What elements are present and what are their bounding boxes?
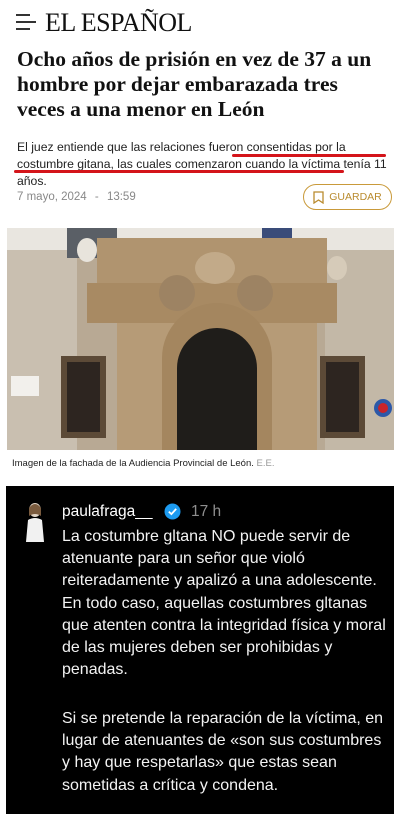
hamburger-menu-icon[interactable]: [16, 14, 38, 30]
post-username[interactable]: paulafraga__: [62, 503, 153, 521]
article-photo: [7, 228, 394, 450]
post-time: 17 h: [191, 503, 222, 520]
article-headline: Ocho años de prisión en vez de 37 a un h…: [17, 47, 372, 121]
caption-text: Imagen de la fachada de la Audiencia Pro…: [12, 458, 254, 469]
highlight-underline: [232, 154, 386, 157]
photo-caption: Imagen de la fachada de la Audiencia Pro…: [12, 458, 275, 469]
post-paragraph: Si se pretende la reparación de la vícti…: [62, 710, 384, 794]
highlight-underline: [14, 170, 344, 173]
article-subtitle: El juez entiende que las relaciones fuer…: [17, 140, 387, 188]
save-button[interactable]: GUARDAR: [303, 184, 392, 210]
avatar[interactable]: [22, 502, 48, 542]
bookmark-icon: [313, 190, 324, 204]
save-label: GUARDAR: [329, 191, 382, 203]
date-text: 7 mayo, 2024: [17, 191, 87, 203]
caption-credit: E.E.: [256, 458, 275, 469]
site-logo[interactable]: EL ESPAÑOL: [45, 8, 192, 38]
post-paragraph: La costumbre gltana NO puede servir de a…: [62, 528, 386, 679]
top-bar: EL ESPAÑOL: [0, 0, 400, 44]
article-date: 7 mayo, 2024 - 13:59: [17, 191, 136, 203]
verified-badge-icon: [164, 503, 181, 520]
social-post: paulafraga__ 17 h La costumbre gltana NO…: [6, 486, 394, 814]
date-separator: -: [94, 191, 99, 203]
time-text: 13:59: [106, 191, 136, 203]
